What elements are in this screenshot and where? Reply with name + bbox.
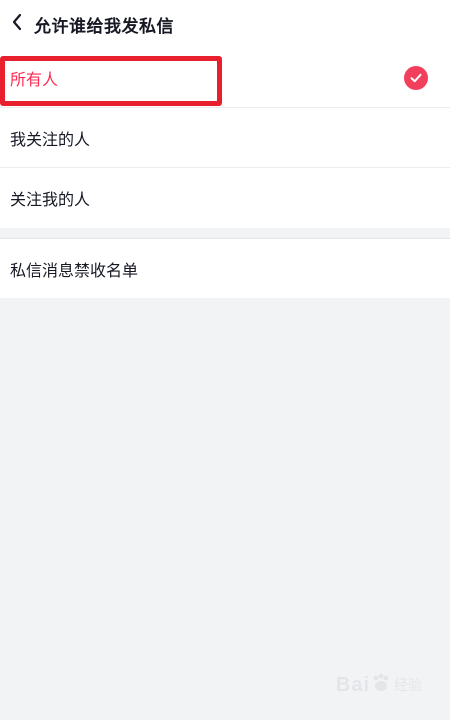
watermark-suffix: 经验	[394, 678, 422, 694]
option-label: 关注我的人	[10, 190, 91, 209]
chevron-left-icon	[11, 13, 23, 35]
back-button[interactable]	[0, 0, 34, 48]
option-label: 我关注的人	[10, 129, 91, 149]
option-everyone[interactable]: 所有人	[0, 48, 450, 108]
message-permission-options: 所有人 我关注的人 关注我的人	[0, 48, 450, 228]
top-bar: 允许谁给我发私信	[0, 0, 450, 48]
page-title: 允许谁给我发私信	[34, 16, 174, 37]
option-my-followers[interactable]: 关注我的人	[0, 168, 450, 228]
blocklist-section: 私信消息禁收名单	[0, 238, 450, 298]
check-icon	[404, 65, 428, 90]
baidu-watermark: Bai 经验	[336, 672, 422, 698]
watermark-brand: Bai	[335, 673, 370, 696]
paw-icon	[370, 672, 392, 698]
message-blocklist-item[interactable]: 私信消息禁收名单	[0, 238, 450, 298]
blocklist-label: 私信消息禁收名单	[10, 260, 139, 280]
option-label: 所有人	[10, 69, 59, 89]
option-people-i-follow[interactable]: 我关注的人	[0, 108, 450, 168]
section-gap	[0, 228, 450, 238]
